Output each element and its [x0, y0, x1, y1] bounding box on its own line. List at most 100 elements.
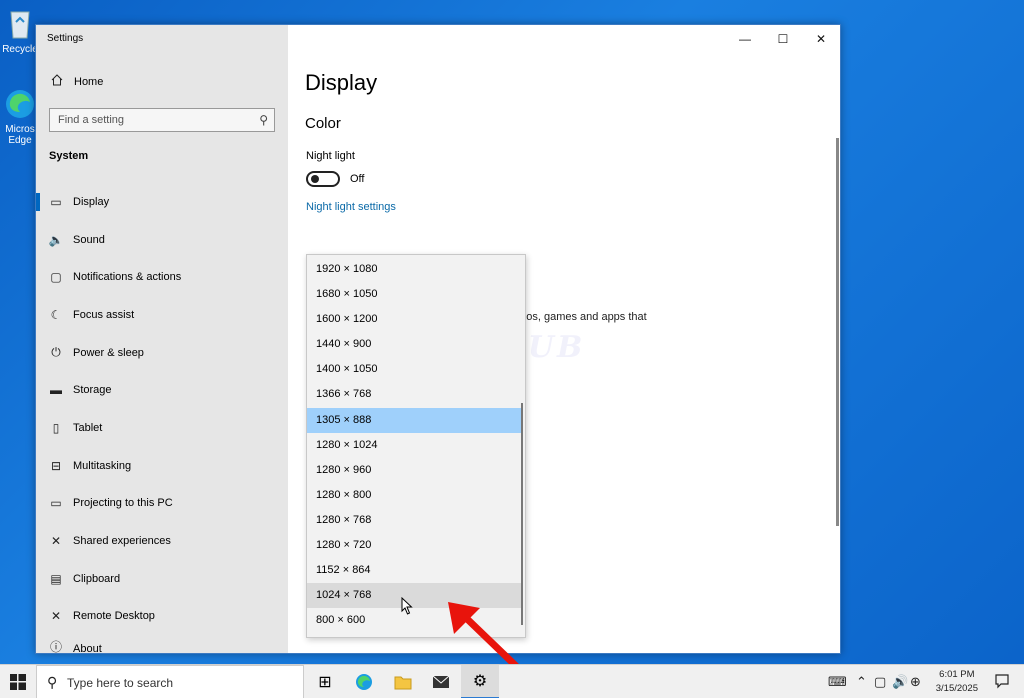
tablet-icon: ▯ — [52, 420, 60, 435]
maximize-button[interactable]: ☐ — [764, 25, 802, 53]
projecting-icon: ▭ — [50, 496, 62, 511]
keyboard-icon[interactable]: ⌨ — [828, 674, 847, 690]
mouse-cursor-icon — [401, 597, 413, 615]
taskbar: ⚲ Type here to search ⊞ ⚙ ⌨ ⌃ ▢ 🔊 ⊕ 6:01… — [0, 664, 1024, 698]
resolution-option[interactable]: 1400 × 1050 — [307, 357, 523, 382]
monitor-icon: ▭ — [50, 194, 62, 209]
meet-now-icon[interactable]: ▢ — [874, 674, 890, 690]
resolution-option[interactable]: 1280 × 768 — [307, 508, 523, 533]
sidebar-item-notifications[interactable]: ▢ Notifications & actions — [36, 258, 288, 296]
content-scrollbar[interactable] — [836, 138, 839, 526]
mail-icon — [432, 675, 450, 688]
page-title: Display — [305, 70, 378, 95]
sidebar-item-label: Multitasking — [73, 459, 132, 472]
taskbar-search-input[interactable]: ⚲ Type here to search — [36, 665, 304, 698]
resolution-option[interactable]: 1280 × 960 — [307, 458, 523, 483]
storage-icon: ▬ — [50, 383, 62, 398]
resolution-option[interactable]: 1440 × 900 — [307, 332, 523, 357]
sidebar-item-label: Storage — [73, 384, 112, 397]
sidebar-item-clipboard[interactable]: ▤ Clipboard — [36, 560, 288, 598]
taskbar-edge[interactable] — [345, 665, 383, 698]
clock-date: 3/15/2025 — [935, 683, 978, 694]
search-placeholder: Find a setting — [58, 114, 125, 126]
clipboard-icon: ▤ — [50, 571, 62, 586]
night-light-state: Off — [350, 173, 365, 185]
sidebar-item-label: Notifications & actions — [73, 271, 182, 284]
resolution-dropdown-list: 1920 × 1080 1680 × 1050 1600 × 1200 1440… — [306, 254, 526, 638]
window-title: Settings — [47, 33, 84, 44]
remote-icon: ✕ — [50, 609, 62, 624]
system-tray: ⌨ ⌃ ▢ 🔊 ⊕ — [828, 665, 926, 698]
taskbar-file-explorer[interactable] — [384, 665, 422, 698]
task-view-button[interactable]: ⊞ — [306, 665, 344, 698]
edge-icon — [2, 86, 38, 122]
sidebar-item-sound[interactable]: 🔈 Sound — [36, 221, 288, 259]
volume-icon[interactable]: 🔊 — [892, 674, 908, 690]
shared-icon: ✕ — [50, 534, 62, 549]
close-button[interactable]: ✕ — [802, 25, 840, 53]
sidebar: Settings Home Find a setting ⚲ System ▭ … — [36, 25, 288, 655]
night-light-settings-link[interactable]: Night light settings — [306, 201, 396, 213]
clock-time: 6:01 PM — [939, 669, 975, 680]
start-button[interactable] — [0, 665, 36, 698]
sidebar-home-label: Home — [74, 75, 104, 88]
clock[interactable]: 6:01 PM 3/15/2025 — [936, 668, 978, 696]
windows-logo-icon — [10, 674, 26, 690]
sidebar-item-tablet[interactable]: ▯ Tablet — [36, 409, 288, 447]
resolution-option[interactable]: 1280 × 720 — [307, 533, 523, 558]
moon-icon: ☾ — [50, 307, 62, 322]
section-title-color: Color — [305, 115, 341, 132]
resolution-option[interactable]: 1920 × 1080 — [307, 257, 523, 282]
speaker-icon: 🔈 — [48, 232, 64, 247]
partial-description: deos, games and apps that — [514, 311, 647, 323]
resolution-option[interactable]: 1366 × 768 — [307, 382, 523, 407]
resolution-option[interactable]: 1280 × 800 — [307, 483, 523, 508]
notification-center-icon[interactable] — [994, 673, 1010, 689]
sidebar-item-focus-assist[interactable]: ☾ Focus assist — [36, 296, 288, 334]
sidebar-item-display[interactable]: ▭ Display — [36, 183, 288, 221]
resolution-option[interactable]: 1680 × 1050 — [307, 282, 523, 307]
sidebar-item-label: About — [73, 643, 102, 656]
sidebar-item-storage[interactable]: ▬ Storage — [36, 371, 288, 409]
sidebar-item-label: Power & sleep — [73, 346, 144, 359]
resolution-option[interactable]: 1280 × 1024 — [307, 433, 523, 458]
sidebar-item-power-sleep[interactable]: ⏻ Power & sleep — [36, 334, 288, 372]
sidebar-section-title: System — [49, 150, 89, 162]
desktop-icon-label: Micros Edge — [5, 124, 35, 146]
info-icon: ⓘ — [49, 640, 62, 655]
resolution-option[interactable]: 1152 × 864 — [307, 558, 523, 583]
sidebar-item-label: Display — [73, 195, 110, 208]
recycle-bin-icon — [2, 6, 38, 42]
window-controls: — ☐ ✕ — [726, 25, 840, 53]
network-icon[interactable]: ⊕ — [910, 674, 926, 690]
sidebar-item-label: Shared experiences — [73, 535, 171, 548]
sidebar-item-shared-experiences[interactable]: ✕ Shared experiences — [36, 522, 288, 560]
sidebar-item-multitasking[interactable]: ⊟ Multitasking — [36, 447, 288, 485]
close-icon: ✕ — [815, 32, 827, 46]
resolution-option-selected[interactable]: 1305 × 888 — [307, 407, 523, 433]
desktop-icon-recycle-bin[interactable]: Recycle — [0, 6, 40, 55]
minimize-icon: — — [739, 32, 751, 46]
notification-icon: ▢ — [50, 270, 62, 285]
desktop-icon-edge[interactable]: Micros Edge — [0, 86, 40, 146]
sidebar-item-about[interactable]: ⓘ About — [36, 635, 288, 655]
multitasking-icon: ⊟ — [50, 458, 62, 473]
dropdown-scrollbar[interactable] — [521, 403, 523, 625]
taskbar-mail[interactable] — [422, 665, 460, 698]
sidebar-item-label: Remote Desktop — [73, 610, 155, 623]
maximize-icon: ☐ — [777, 32, 789, 46]
desktop-icon-label: Recycle — [2, 44, 38, 55]
sidebar-item-label: Tablet — [73, 421, 103, 434]
taskbar-search-placeholder: Type here to search — [67, 676, 174, 690]
sidebar-home[interactable]: Home — [49, 74, 103, 89]
edge-icon — [356, 674, 372, 690]
taskbar-settings[interactable]: ⚙ — [461, 665, 499, 698]
sidebar-item-projecting[interactable]: ▭ Projecting to this PC — [36, 485, 288, 523]
chevron-up-icon[interactable]: ⌃ — [856, 674, 870, 690]
night-light-toggle[interactable] — [306, 171, 340, 187]
search-input[interactable]: Find a setting ⚲ — [49, 108, 275, 132]
resolution-option[interactable]: 1600 × 1200 — [307, 307, 523, 332]
sidebar-item-remote-desktop[interactable]: ✕ Remote Desktop — [36, 598, 288, 636]
minimize-button[interactable]: — — [726, 25, 764, 53]
search-icon: ⚲ — [47, 674, 58, 690]
